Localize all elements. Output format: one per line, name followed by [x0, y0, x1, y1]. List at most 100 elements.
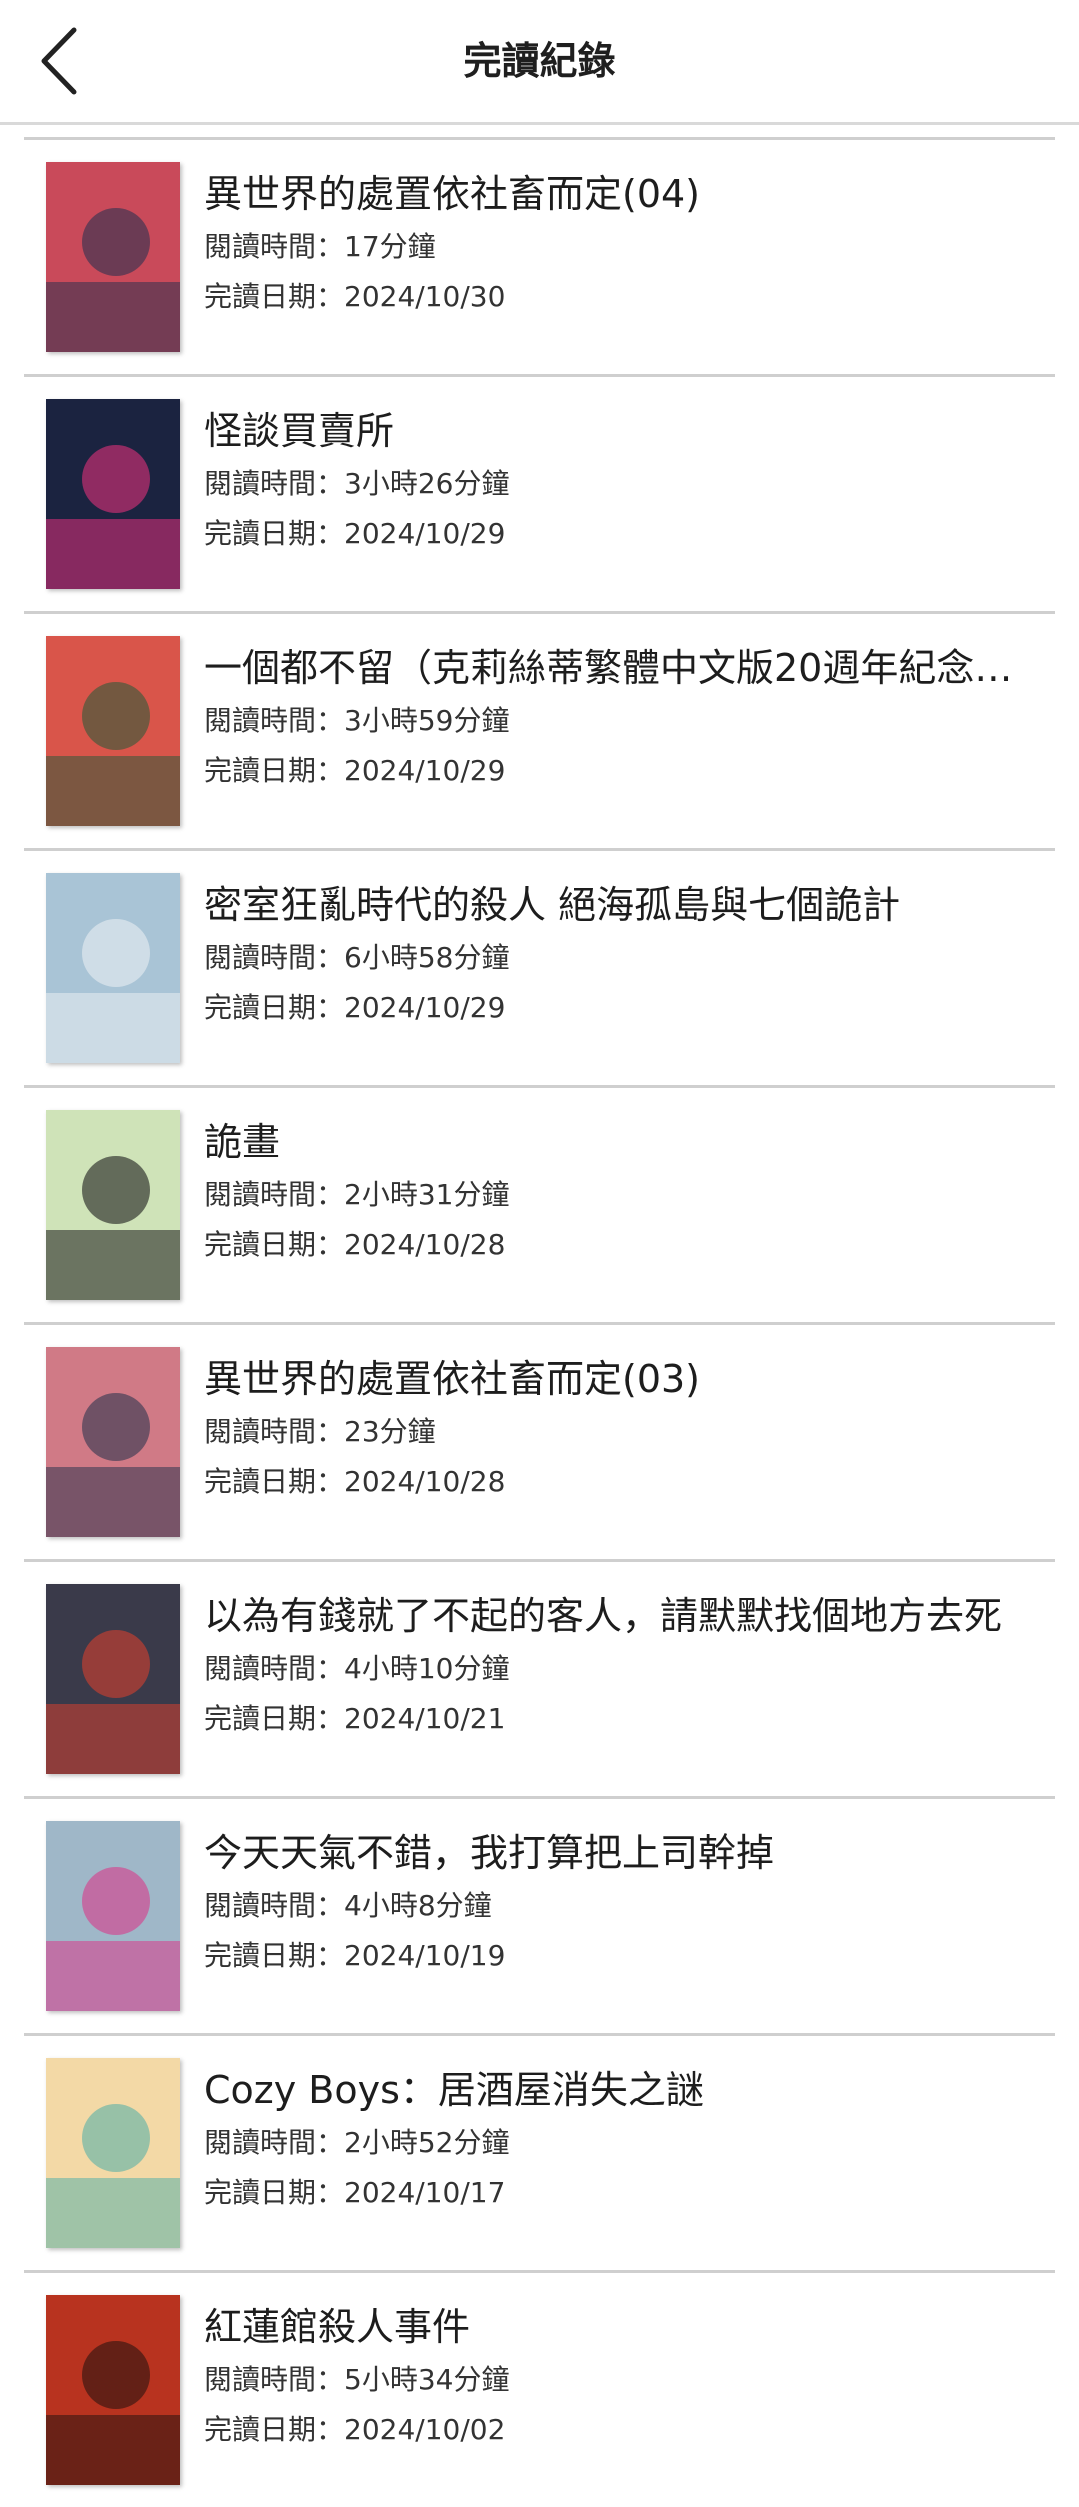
read-time-row: 閱讀時間：5小時34分鐘 — [204, 2355, 1035, 2405]
read-time-row: 閱讀時間：17分鐘 — [204, 222, 1035, 272]
finish-date-label: 完讀日期： — [204, 1939, 345, 1972]
read-time-value: 3小時59分鐘 — [344, 704, 510, 737]
finish-date-value: 2024/10/28 — [344, 1465, 506, 1498]
book-title[interactable]: 紅蓮館殺人事件 — [204, 2299, 1035, 2355]
book-title[interactable]: 詭畫 — [204, 1114, 1035, 1170]
book-title[interactable]: 異世界的處置依社畜而定(03) — [204, 1351, 1035, 1407]
book-meta: 閱讀時間：5小時34分鐘 完讀日期：2024/10/02 — [204, 2355, 1035, 2455]
book-cover[interactable] — [46, 2295, 180, 2485]
book-info: 密室狂亂時代的殺人 絕海孤島與七個詭計 閱讀時間：6小時58分鐘 完讀日期：2024… — [204, 877, 1035, 1033]
finish-date-value: 2024/10/28 — [344, 1228, 506, 1261]
book-info: 詭畫 閱讀時間：2小時31分鐘 完讀日期：2024/10/28 — [204, 1114, 1035, 1270]
finish-date-label: 完讀日期： — [204, 280, 345, 313]
book-title[interactable]: 以為有錢就了不起的客人，請默默找個地方去死 — [204, 1588, 1035, 1644]
book-cover[interactable] — [46, 1821, 180, 2011]
list-item[interactable]: 今天天氣不錯，我打算把上司幹掉 閱讀時間：4小時8分鐘 完讀日期：2024/10/1… — [24, 1796, 1055, 2033]
read-time-value: 4小時8分鐘 — [344, 1889, 492, 1922]
book-cover[interactable] — [46, 2058, 180, 2248]
read-time-label: 閱讀時間： — [204, 1652, 345, 1685]
book-meta: 閱讀時間：23分鐘 完讀日期：2024/10/28 — [204, 1407, 1035, 1507]
list-item[interactable]: 異世界的處置依社畜而定(03) 閱讀時間：23分鐘 完讀日期：2024/10/28 — [24, 1322, 1055, 1559]
app-header: 完讀紀錄 — [0, 0, 1079, 125]
finish-date-label: 完讀日期： — [204, 2176, 345, 2209]
read-time-value: 6小時58分鐘 — [344, 941, 510, 974]
read-time-label: 閱讀時間： — [204, 1415, 345, 1448]
finish-date-row: 完讀日期：2024/10/21 — [204, 1694, 1035, 1744]
finish-date-row: 完讀日期：2024/10/19 — [204, 1931, 1035, 1981]
finish-date-row: 完讀日期：2024/10/02 — [204, 2405, 1035, 2455]
book-info: 紅蓮館殺人事件 閱讀時間：5小時34分鐘 完讀日期：2024/10/02 — [204, 2299, 1035, 2455]
list-item[interactable]: 怪談買賣所 閱讀時間：3小時26分鐘完讀日期：2024/10/29 — [24, 374, 1055, 611]
book-info: 一個都不留（克莉絲蒂繁體中文版20週年紀念… 閱讀時間：3小時59分鐘 完讀日期：2… — [204, 640, 1035, 796]
book-title[interactable]: 密室狂亂時代的殺人 絕海孤島與七個詭計 — [204, 877, 1035, 933]
book-title[interactable]: 怪談買賣所 — [204, 403, 1035, 459]
read-time-value: 17分鐘 — [344, 230, 436, 263]
read-time-row: 閱讀時間：23分鐘 — [204, 1407, 1035, 1457]
book-meta: 閱讀時間：3小時59分鐘完讀日期：2024/10/29 — [204, 696, 1035, 796]
list-item[interactable]: 以為有錢就了不起的客人，請默默找個地方去死 閱讀時間：4小時10分鐘 完讀日期：20… — [24, 1559, 1055, 1796]
book-meta: 閱讀時間：4小時8分鐘 完讀日期：2024/10/19 — [204, 1881, 1035, 1981]
list-item[interactable]: 密室狂亂時代的殺人 絕海孤島與七個詭計 閱讀時間：6小時58分鐘 完讀日期：2024… — [24, 848, 1055, 1085]
read-time-row: 閱讀時間：3小時26分鐘 — [204, 459, 1035, 509]
finish-date-label: 完讀日期： — [204, 2413, 345, 2446]
book-cover[interactable] — [46, 873, 180, 1063]
book-meta: 閱讀時間：2小時52分鐘 完讀日期：2024/10/17 — [204, 2118, 1035, 2218]
read-time-label: 閱讀時間： — [204, 2363, 345, 2396]
book-title[interactable]: 今天天氣不錯，我打算把上司幹掉 — [204, 1825, 1035, 1881]
read-time-label: 閱讀時間： — [204, 2126, 345, 2159]
finish-date-label: 完讀日期： — [204, 991, 345, 1024]
book-meta: 閱讀時間：2小時31分鐘 完讀日期：2024/10/28 — [204, 1170, 1035, 1270]
book-cover[interactable] — [46, 1110, 180, 1300]
finish-date-value: 2024/10/19 — [344, 1939, 506, 1972]
finish-date-row: 完讀日期：2024/10/30 — [204, 272, 1035, 322]
book-cover[interactable] — [46, 162, 180, 352]
book-info: 今天天氣不錯，我打算把上司幹掉 閱讀時間：4小時8分鐘 完讀日期：2024/10/1… — [204, 1825, 1035, 1981]
book-title[interactable]: 異世界的處置依社畜而定(04) — [204, 166, 1035, 222]
read-time-value: 2小時31分鐘 — [344, 1178, 510, 1211]
finish-date-label: 完讀日期： — [204, 1228, 345, 1261]
list-item[interactable]: 異世界的處置依社畜而定(04) 閱讀時間：17分鐘 完讀日期：2024/10/30 — [24, 137, 1055, 374]
list-item[interactable]: 詭畫 閱讀時間：2小時31分鐘 完讀日期：2024/10/28 — [24, 1085, 1055, 1322]
book-cover[interactable] — [46, 1584, 180, 1774]
finish-date-value: 2024/10/21 — [344, 1702, 506, 1735]
finish-date-row: 完讀日期：2024/10/17 — [204, 2168, 1035, 2218]
read-time-row: 閱讀時間：6小時58分鐘 — [204, 933, 1035, 983]
read-time-row: 閱讀時間：2小時52分鐘 — [204, 2118, 1035, 2168]
book-cover[interactable] — [46, 636, 180, 826]
read-time-row: 閱讀時間：4小時8分鐘 — [204, 1881, 1035, 1931]
finish-date-label: 完讀日期： — [204, 1702, 345, 1735]
page-title: 完讀紀錄 — [463, 39, 616, 83]
finish-date-value: 2024/10/29 — [344, 991, 506, 1024]
read-time-label: 閱讀時間： — [204, 467, 345, 500]
book-list: 異世界的處置依社畜而定(04) 閱讀時間：17分鐘 完讀日期：2024/10/30 怪… — [0, 125, 1079, 2507]
finish-date-label: 完讀日期： — [204, 517, 345, 550]
finish-date-label: 完讀日期： — [204, 754, 345, 787]
book-info: 異世界的處置依社畜而定(04) 閱讀時間：17分鐘 完讀日期：2024/10/30 — [204, 166, 1035, 322]
read-time-label: 閱讀時間： — [204, 941, 345, 974]
book-title[interactable]: 一個都不留（克莉絲蒂繁體中文版20週年紀念… — [204, 640, 1035, 696]
book-meta: 閱讀時間：6小時58分鐘 完讀日期：2024/10/29 — [204, 933, 1035, 1033]
book-info: 異世界的處置依社畜而定(03) 閱讀時間：23分鐘 完讀日期：2024/10/28 — [204, 1351, 1035, 1507]
book-info: 以為有錢就了不起的客人，請默默找個地方去死 閱讀時間：4小時10分鐘 完讀日期：20… — [204, 1588, 1035, 1744]
read-time-row: 閱讀時間：4小時10分鐘 — [204, 1644, 1035, 1694]
finish-date-row: 完讀日期：2024/10/28 — [204, 1220, 1035, 1270]
finish-date-value: 2024/10/02 — [344, 2413, 506, 2446]
list-item[interactable]: Cozy Boys：居酒屋消失之謎 閱讀時間：2小時52分鐘 完讀日期：2024/1… — [24, 2033, 1055, 2270]
book-cover[interactable] — [46, 1347, 180, 1537]
read-time-value: 23分鐘 — [344, 1415, 436, 1448]
list-item[interactable]: 一個都不留（克莉絲蒂繁體中文版20週年紀念… 閱讀時間：3小時59分鐘 完讀日期：2… — [24, 611, 1055, 848]
book-cover[interactable] — [46, 399, 180, 589]
read-time-value: 4小時10分鐘 — [344, 1652, 510, 1685]
read-time-value: 2小時52分鐘 — [344, 2126, 510, 2159]
read-time-label: 閱讀時間： — [204, 704, 345, 737]
finish-date-value: 2024/10/30 — [344, 280, 506, 313]
finish-date-row: 完讀日期：2024/10/29 — [204, 746, 1035, 796]
read-time-label: 閱讀時間： — [204, 1178, 345, 1211]
read-time-row: 閱讀時間：2小時31分鐘 — [204, 1170, 1035, 1220]
finish-date-row: 完讀日期：2024/10/29 — [204, 983, 1035, 1033]
finish-date-value: 2024/10/29 — [344, 517, 506, 550]
list-item[interactable]: 紅蓮館殺人事件 閱讀時間：5小時34分鐘 完讀日期：2024/10/02 — [24, 2270, 1055, 2507]
book-title[interactable]: Cozy Boys：居酒屋消失之謎 — [204, 2062, 1035, 2118]
book-info: Cozy Boys：居酒屋消失之謎 閱讀時間：2小時52分鐘 完讀日期：2024/1… — [204, 2062, 1035, 2218]
book-info: 怪談買賣所 閱讀時間：3小時26分鐘完讀日期：2024/10/29 — [204, 403, 1035, 559]
